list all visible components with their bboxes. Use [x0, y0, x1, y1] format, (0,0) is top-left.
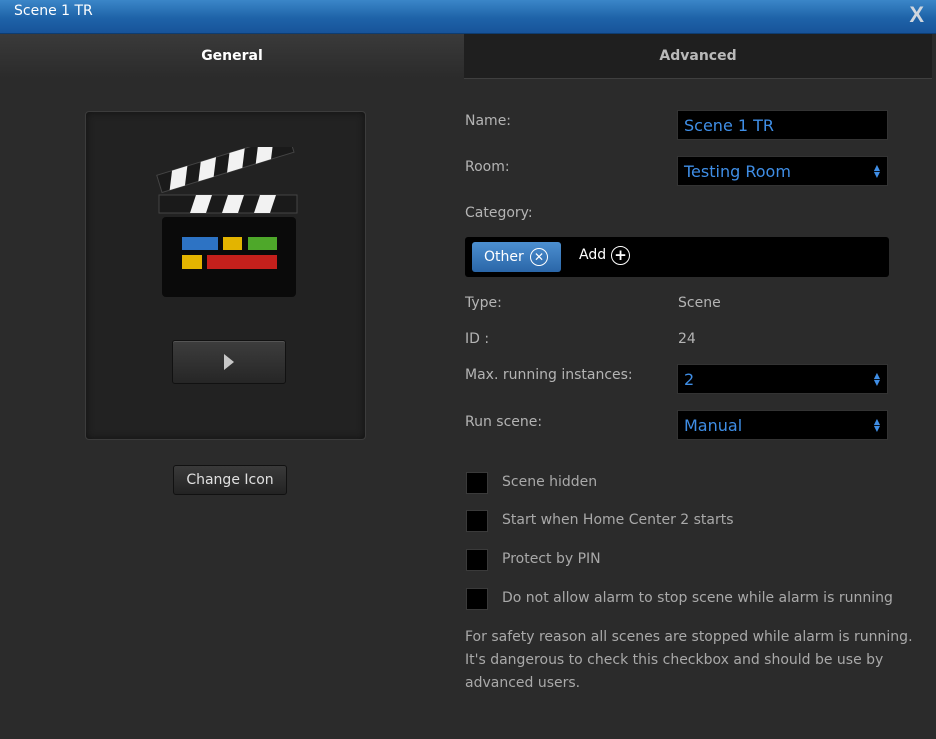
- type-value: Scene: [678, 295, 721, 311]
- run-scene-label: Run scene:: [465, 414, 543, 430]
- max-instances-label: Max. running instances:: [465, 367, 633, 383]
- clapperboard-icon: [156, 147, 298, 297]
- id-label: ID :: [465, 331, 490, 347]
- play-button[interactable]: [172, 340, 286, 384]
- window-title: Scene 1 TR: [14, 3, 93, 19]
- id-value: 24: [678, 331, 696, 347]
- remove-tag-icon[interactable]: ✕: [530, 248, 548, 266]
- alarm-block-label: Do not allow alarm to stop scene while a…: [502, 590, 893, 606]
- select-arrows-icon: ▲ ▼: [873, 163, 881, 179]
- room-select-value: Testing Room: [684, 161, 791, 181]
- close-button[interactable]: X: [909, 2, 924, 28]
- category-label: Category:: [465, 205, 533, 221]
- title-bar: Scene 1 TR X: [0, 0, 936, 34]
- run-scene-select[interactable]: Manual ▲ ▼: [677, 410, 888, 440]
- protect-pin-checkbox[interactable]: [466, 549, 488, 571]
- start-on-boot-checkbox[interactable]: [466, 510, 488, 532]
- max-instances-select[interactable]: 2 ▲ ▼: [677, 364, 888, 394]
- category-tag-other[interactable]: Other ✕: [472, 242, 561, 272]
- tab-advanced[interactable]: Advanced: [464, 34, 932, 79]
- category-tag-label: Other: [484, 249, 524, 265]
- name-input-value: Scene 1 TR: [684, 115, 775, 135]
- scene-hidden-label: Scene hidden: [502, 474, 598, 490]
- max-instances-value: 2: [684, 369, 695, 389]
- name-input[interactable]: Scene 1 TR: [677, 110, 888, 140]
- room-label: Room:: [465, 159, 510, 175]
- alarm-block-checkbox[interactable]: [466, 588, 488, 610]
- scene-icon-preview: [85, 111, 366, 440]
- scene-hidden-checkbox[interactable]: [466, 472, 488, 494]
- change-icon-button[interactable]: Change Icon: [173, 465, 287, 495]
- select-arrows-icon: ▲ ▼: [873, 417, 881, 433]
- add-category-button[interactable]: Add: [579, 247, 606, 263]
- room-select[interactable]: Testing Room ▲ ▼: [677, 156, 888, 186]
- protect-pin-label: Protect by PIN: [502, 551, 601, 567]
- run-scene-value: Manual: [684, 415, 743, 435]
- start-on-boot-label: Start when Home Center 2 starts: [502, 512, 734, 528]
- play-icon: [224, 354, 234, 370]
- category-box: Other ✕ Add +: [465, 237, 889, 277]
- name-label: Name:: [465, 113, 512, 129]
- alarm-warning-note: For safety reason all scenes are stopped…: [465, 629, 913, 691]
- type-label: Type:: [465, 295, 502, 311]
- add-circle-icon[interactable]: +: [611, 246, 630, 265]
- select-arrows-icon: ▲ ▼: [873, 371, 881, 387]
- tab-general[interactable]: General: [0, 34, 464, 78]
